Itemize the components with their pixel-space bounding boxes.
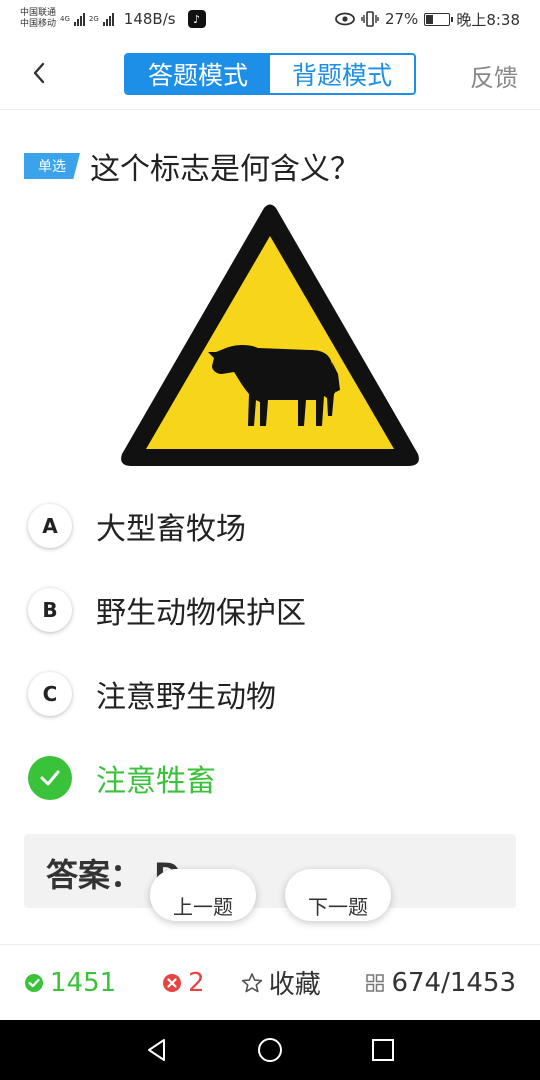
signal-icon: [73, 12, 85, 26]
x-circle-icon: [163, 973, 182, 992]
question-text: 这个标志是何含义？: [90, 152, 360, 187]
carrier-2: 中国移动: [20, 19, 57, 29]
next-question-button[interactable]: 下一题: [285, 869, 391, 921]
vibrate-icon: [361, 11, 379, 27]
tiktok-icon: ♪: [187, 10, 206, 28]
battery-percent: 27%: [384, 10, 419, 28]
correct-count[interactable]: 1451: [24, 968, 116, 998]
prev-label: 上一题: [173, 894, 233, 919]
eye-icon: [335, 12, 355, 26]
progress-button[interactable]: 674/1453: [365, 968, 516, 998]
header: 答题模式 背题模式 反馈: [0, 38, 540, 110]
clock: 晚上8:38: [456, 10, 520, 29]
system-nav-bar: [0, 1020, 540, 1080]
network-type-1: 4G: [60, 14, 70, 23]
option-b[interactable]: B 野生动物保护区: [28, 580, 508, 640]
status-bar: 中国联通 中国移动 4G 2G 148B/s ♪ 27% 晚上8:38: [0, 0, 540, 38]
question: 单选 这个标志是何含义？: [24, 144, 360, 188]
option-letter-badge: A: [28, 504, 72, 548]
back-triangle-icon[interactable]: [144, 1037, 170, 1063]
traffic-sign-image: [121, 204, 419, 466]
option-letter-badge: B: [28, 588, 72, 632]
back-button[interactable]: [24, 56, 54, 90]
question-type-badge: 单选: [24, 153, 80, 179]
mode-switch: 答题模式 背题模式: [124, 53, 416, 95]
option-text: 注意野生动物: [96, 680, 276, 715]
tab-answer-mode[interactable]: 答题模式: [126, 55, 270, 93]
next-label: 下一题: [308, 894, 368, 919]
correct-count-value: 1451: [50, 967, 117, 998]
feedback-button[interactable]: 反馈: [470, 58, 518, 93]
check-circle-icon: [25, 973, 43, 992]
network-speed: 148B/s: [123, 10, 176, 28]
sign-yellow-field: [146, 236, 394, 449]
chevron-left-icon: [33, 62, 45, 84]
bottom-stats-bar: 1451 2 收藏 674/1453: [0, 944, 540, 1020]
network-type-2: 2G: [88, 14, 99, 23]
option-text: 注意牲畜: [96, 764, 216, 799]
battery-icon: [424, 12, 454, 26]
answer-label: 答案：: [46, 856, 143, 894]
answer-panel: 答案：D: [24, 834, 516, 908]
option-letter-badge: C: [28, 672, 72, 716]
favorite-label: 收藏: [268, 970, 321, 1000]
star-icon: [241, 972, 262, 992]
recents-square-icon[interactable]: [370, 1037, 396, 1063]
option-text: 大型畜牧场: [96, 512, 246, 547]
home-circle-icon[interactable]: [257, 1037, 283, 1063]
tab-memorize-mode[interactable]: 背题模式: [270, 55, 414, 93]
carrier-info: 中国联通 中国移动: [20, 8, 56, 30]
option-text: 野生动物保护区: [96, 596, 306, 631]
checkmark-icon: [28, 756, 72, 800]
progress-value: 674/1453: [391, 967, 516, 998]
option-c[interactable]: C 注意野生动物: [28, 664, 508, 724]
favorite-button[interactable]: 收藏: [241, 964, 321, 1001]
wrong-count-value: 2: [188, 967, 205, 998]
option-d[interactable]: 注意牲畜: [28, 748, 508, 808]
prev-question-button[interactable]: 上一题: [150, 869, 256, 921]
option-a[interactable]: A 大型畜牧场: [28, 496, 508, 556]
wrong-count[interactable]: 2: [162, 968, 205, 998]
carrier-1: 中国联通: [20, 8, 57, 18]
grid-icon: [366, 973, 385, 992]
signal-icon-2: [102, 12, 114, 26]
